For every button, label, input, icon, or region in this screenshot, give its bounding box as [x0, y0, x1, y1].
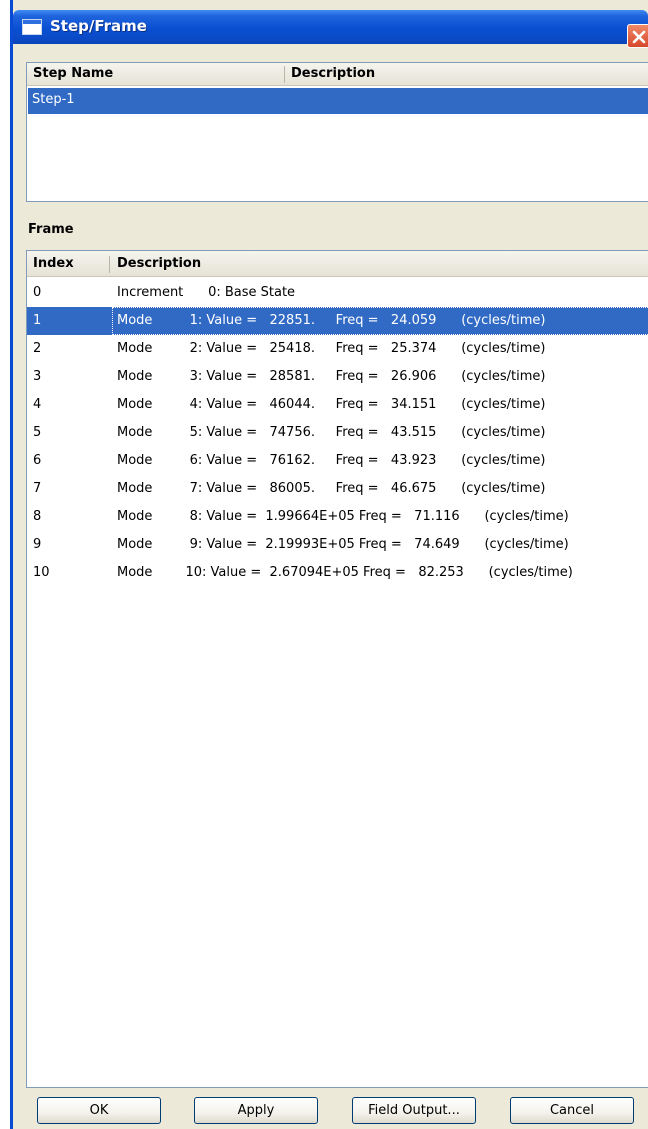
frame-index-cell: 3 — [33, 369, 42, 384]
field-output-button[interactable]: Field Output... — [352, 1097, 476, 1124]
frame-index-cell: 10 — [33, 565, 50, 580]
frame-index-cell: 8 — [33, 509, 42, 524]
column-header-index[interactable]: Index — [33, 256, 74, 271]
column-divider[interactable] — [109, 256, 110, 273]
frame-rows: 0 Increment 0: Base State 1 Mode 1: Value =… — [27, 279, 648, 587]
frame-description-cell: Increment 0: Base State — [117, 285, 296, 300]
frame-description-cell: Mode 7: Value = 86005. Freq = 46.675 (cy… — [117, 481, 546, 496]
frame-row[interactable]: 7 Mode 7: Value = 86005. Freq = 46.675 (c… — [27, 475, 648, 503]
frame-index-cell: 6 — [33, 453, 42, 468]
close-button[interactable] — [627, 24, 648, 48]
frame-description-cell: Mode 10: Value = 2.67094E+05 Freq = 82.2… — [117, 565, 573, 580]
column-divider[interactable] — [284, 66, 285, 83]
step-table: Step Name Description Step-1 — [26, 62, 648, 202]
step-frame-dialog: Step/Frame Step Name Description Step-1 … — [10, 0, 648, 1129]
frame-row[interactable]: 6 Mode 6: Value = 76162. Freq = 43.923 (c… — [27, 447, 648, 475]
close-icon — [632, 30, 646, 44]
frame-description-cell: Mode 2: Value = 25418. Freq = 25.374 (cy… — [117, 341, 546, 356]
frame-row[interactable]: 8 Mode 8: Value = 1.99664E+05 Freq = 71.1… — [27, 503, 648, 531]
frame-description-cell: Mode 6: Value = 76162. Freq = 43.923 (cy… — [117, 453, 546, 468]
window-title: Step/Frame — [50, 17, 147, 35]
frame-row[interactable]: 10 Mode 10: Value = 2.67094E+05 Freq = 82… — [27, 559, 648, 587]
frame-description-cell: Mode 8: Value = 1.99664E+05 Freq = 71.11… — [117, 509, 569, 524]
frame-description-cell: Mode 3: Value = 28581. Freq = 26.906 (cy… — [117, 369, 546, 384]
step-table-header: Step Name Description — [27, 63, 648, 86]
frame-row[interactable]: 5 Mode 5: Value = 74756. Freq = 43.515 (c… — [27, 419, 648, 447]
frame-description-cell: Mode 5: Value = 74756. Freq = 43.515 (cy… — [117, 425, 546, 440]
column-header-description[interactable]: Description — [291, 66, 375, 81]
window-icon — [22, 19, 42, 35]
frame-section-label: Frame — [28, 222, 74, 237]
frame-index-cell: 0 — [33, 285, 42, 300]
frame-description-cell: Mode 1: Value = 22851. Freq = 24.059 (cy… — [117, 313, 546, 328]
frame-description-cell: Mode 9: Value = 2.19993E+05 Freq = 74.64… — [117, 537, 569, 552]
frame-description-cell: Mode 4: Value = 46044. Freq = 34.151 (cy… — [117, 397, 546, 412]
frame-row[interactable]: 4 Mode 4: Value = 46044. Freq = 34.151 (c… — [27, 391, 648, 419]
frame-row[interactable]: 3 Mode 3: Value = 28581. Freq = 26.906 (c… — [27, 363, 648, 391]
column-header-description[interactable]: Description — [117, 256, 201, 271]
frame-index-cell: 5 — [33, 425, 42, 440]
step-name-cell: Step-1 — [32, 92, 75, 107]
frame-index-cell: 1 — [33, 313, 42, 328]
frame-row[interactable]: 9 Mode 9: Value = 2.19993E+05 Freq = 74.6… — [27, 531, 648, 559]
column-header-step-name[interactable]: Step Name — [33, 66, 113, 81]
frame-row[interactable]: 0 Increment 0: Base State — [27, 279, 648, 307]
frame-index-cell: 4 — [33, 397, 42, 412]
frame-table: Index Description 0 Increment 0: Base Sta… — [26, 250, 648, 1088]
frame-index-cell: 9 — [33, 537, 42, 552]
title-bar[interactable]: Step/Frame — [13, 10, 648, 48]
apply-button[interactable]: Apply — [194, 1097, 318, 1124]
frame-row[interactable]: 2 Mode 2: Value = 25418. Freq = 25.374 (c… — [27, 335, 648, 363]
step-row-selected[interactable]: Step-1 — [28, 88, 648, 114]
frame-table-header: Index Description — [27, 251, 648, 277]
cancel-button[interactable]: Cancel — [510, 1097, 634, 1124]
frame-row[interactable]: 1 Mode 1: Value = 22851. Freq = 24.059 (c… — [27, 307, 648, 335]
frame-index-cell: 7 — [33, 481, 42, 496]
frame-index-cell: 2 — [33, 341, 42, 356]
ok-button[interactable]: OK — [37, 1097, 161, 1124]
